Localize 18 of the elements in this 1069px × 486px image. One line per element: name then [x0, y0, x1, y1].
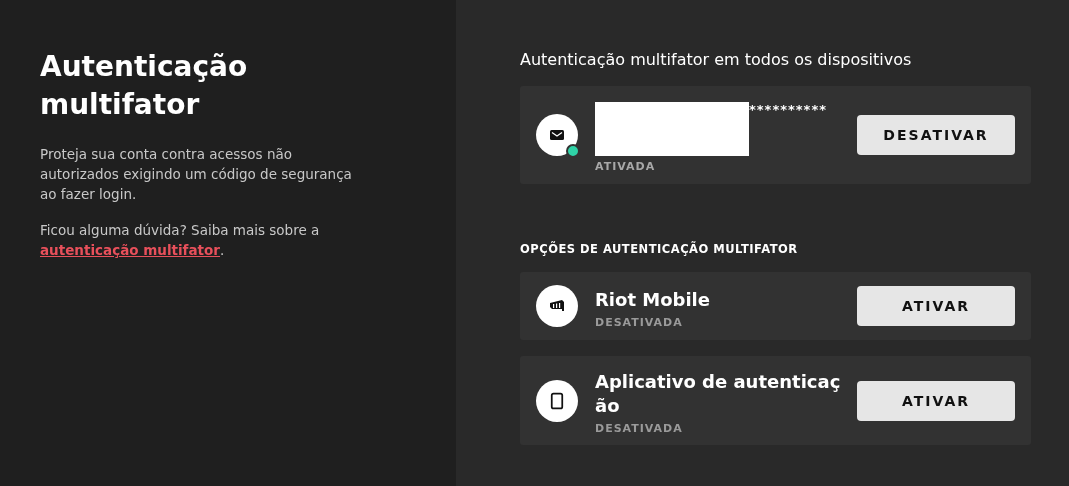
method-name: Aplicativo de autenticação: [595, 370, 842, 418]
description-text: Proteja sua conta contra acessos não autorizados exigindo um código de segurança ao fazer login.: [40, 145, 353, 204]
phone-icon: [536, 379, 578, 422]
method-name: Riot Mobile: [595, 287, 710, 312]
section-heading: Autenticação multifator em todos os dispositivos: [520, 49, 913, 71]
activate-button[interactable]: ATIVAR: [857, 286, 1015, 326]
status-label: DESATIVADA: [595, 315, 684, 329]
envelope-icon: [536, 114, 578, 156]
activate-button[interactable]: ATIVAR: [857, 380, 1015, 421]
status-label: DESATIVADA: [595, 422, 684, 435]
help-text: Ficou alguma dúvida? Saiba mais sobre a: [40, 222, 320, 238]
page-title: Autenticação multifator: [40, 49, 249, 123]
status-label: ATIVADA: [595, 159, 657, 173]
deactivate-button[interactable]: DESATIVAR: [857, 115, 1015, 155]
section-label: OPÇÕES DE AUTENTICAÇÃO MULTIFATOR: [520, 242, 799, 256]
help-link[interactable]: autenticação multifator: [40, 242, 220, 258]
period-text: .: [220, 242, 225, 258]
masked-email: **********: [749, 101, 827, 118]
